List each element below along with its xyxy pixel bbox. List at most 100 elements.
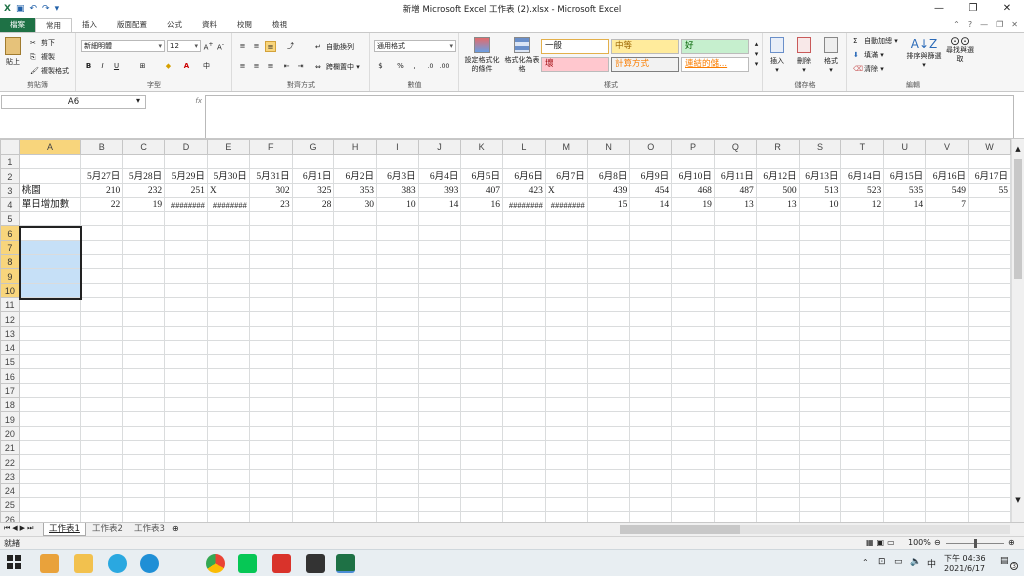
cell-g22[interactable] bbox=[291, 454, 335, 470]
cell-f6[interactable] bbox=[248, 225, 293, 241]
cell-k3[interactable]: 407 bbox=[460, 182, 504, 198]
cell-w11[interactable] bbox=[967, 296, 1011, 313]
cell-m8[interactable] bbox=[544, 254, 588, 270]
cell-s23[interactable] bbox=[798, 468, 842, 484]
cell-t21[interactable] bbox=[840, 439, 885, 456]
cell-b10[interactable] bbox=[80, 282, 124, 298]
column-header-n[interactable]: N bbox=[586, 139, 631, 155]
cell-t10[interactable] bbox=[840, 282, 885, 298]
cell-o23[interactable] bbox=[629, 468, 673, 484]
cell-h5[interactable] bbox=[333, 211, 377, 227]
cell-d26[interactable] bbox=[164, 511, 208, 522]
cell-t14[interactable] bbox=[840, 339, 885, 356]
cell-u12[interactable] bbox=[883, 311, 927, 327]
cell-i10[interactable] bbox=[375, 282, 419, 298]
cell-m25[interactable] bbox=[544, 497, 588, 513]
cell-n20[interactable] bbox=[586, 425, 631, 441]
cell-o15[interactable] bbox=[629, 354, 673, 370]
help-icon[interactable]: ? bbox=[968, 20, 972, 29]
format-as-table-button[interactable]: 格式化為表格 bbox=[504, 37, 540, 74]
cell-r2[interactable]: 6月12日 bbox=[755, 168, 800, 184]
cell-h14[interactable] bbox=[333, 339, 377, 356]
insert-cells-button[interactable]: 插入 ▾ bbox=[770, 37, 784, 74]
cell-g10[interactable] bbox=[291, 282, 335, 298]
cell-k19[interactable] bbox=[460, 411, 504, 427]
cell-n16[interactable] bbox=[586, 368, 631, 384]
cell-m3[interactable]: X bbox=[544, 182, 588, 198]
cell-u19[interactable] bbox=[883, 411, 927, 427]
cell-q24[interactable] bbox=[713, 482, 757, 499]
cell-b21[interactable] bbox=[80, 439, 124, 456]
cell-v15[interactable] bbox=[925, 354, 969, 370]
fill-color-icon[interactable]: ◆ bbox=[163, 61, 174, 72]
cell-l21[interactable] bbox=[502, 439, 546, 456]
cell-h2[interactable]: 6月2日 bbox=[333, 168, 377, 184]
cell-e26[interactable] bbox=[206, 511, 250, 522]
cell-b8[interactable] bbox=[80, 254, 124, 270]
cell-p26[interactable] bbox=[671, 511, 715, 522]
cell-m20[interactable] bbox=[544, 425, 588, 441]
fill-button[interactable]: ⬇ 填滿 ▾ bbox=[853, 50, 884, 60]
zoom-out-icon[interactable]: ⊖ bbox=[934, 538, 941, 547]
cell-a11[interactable] bbox=[18, 296, 82, 313]
cell-j14[interactable] bbox=[417, 339, 462, 356]
tab-formulas[interactable]: 公式 bbox=[157, 18, 192, 32]
cell-i1[interactable] bbox=[375, 153, 419, 170]
restore-button[interactable]: ❐ bbox=[956, 0, 990, 17]
cell-u5[interactable] bbox=[883, 211, 927, 227]
cell-r5[interactable] bbox=[755, 211, 800, 227]
style-normal[interactable]: 一般 bbox=[541, 39, 609, 54]
cell-w19[interactable] bbox=[967, 411, 1011, 427]
cell-o16[interactable] bbox=[629, 368, 673, 384]
cell-o14[interactable] bbox=[629, 339, 673, 356]
cell-w14[interactable] bbox=[967, 339, 1011, 356]
paste-button[interactable]: 貼上 bbox=[5, 37, 21, 67]
sheet-tab-2[interactable]: 工作表2 bbox=[88, 523, 127, 536]
cell-c9[interactable] bbox=[122, 268, 166, 284]
row-header[interactable]: 6 bbox=[0, 225, 20, 241]
cell-i14[interactable] bbox=[375, 339, 419, 356]
style-neutral[interactable]: 中等 bbox=[611, 39, 679, 54]
cell-l23[interactable] bbox=[502, 468, 546, 484]
cell-i3[interactable]: 383 bbox=[375, 182, 419, 198]
cell-w3[interactable]: 55 bbox=[967, 182, 1011, 198]
cell-k21[interactable] bbox=[460, 439, 504, 456]
cell-r10[interactable] bbox=[755, 282, 800, 298]
cell-l10[interactable] bbox=[502, 282, 546, 298]
cell-l13[interactable] bbox=[502, 325, 546, 341]
cell-n9[interactable] bbox=[586, 268, 631, 284]
cell-m12[interactable] bbox=[544, 311, 588, 327]
cell-o2[interactable]: 6月9日 bbox=[629, 168, 673, 184]
borders-icon[interactable]: ⊞ bbox=[137, 61, 148, 72]
cell-o13[interactable] bbox=[629, 325, 673, 341]
cell-o24[interactable] bbox=[629, 482, 673, 499]
cell-k20[interactable] bbox=[460, 425, 504, 441]
cell-s5[interactable] bbox=[798, 211, 842, 227]
cell-j22[interactable] bbox=[417, 454, 462, 470]
cell-n19[interactable] bbox=[586, 411, 631, 427]
cell-j26[interactable] bbox=[417, 511, 462, 522]
cell-e16[interactable] bbox=[206, 368, 250, 384]
cell-r25[interactable] bbox=[755, 497, 800, 513]
cell-c23[interactable] bbox=[122, 468, 166, 484]
row-header[interactable]: 17 bbox=[0, 382, 20, 399]
cell-q7[interactable] bbox=[713, 239, 757, 256]
cell-t15[interactable] bbox=[840, 354, 885, 370]
cell-v17[interactable] bbox=[925, 382, 969, 399]
format-painter-button[interactable]: 🖌 複製格式 bbox=[30, 66, 69, 76]
cell-b5[interactable] bbox=[80, 211, 124, 227]
cell-w10[interactable] bbox=[967, 282, 1011, 298]
cell-n5[interactable] bbox=[586, 211, 631, 227]
cell-p18[interactable] bbox=[671, 397, 715, 413]
cell-c14[interactable] bbox=[122, 339, 166, 356]
cell-s16[interactable] bbox=[798, 368, 842, 384]
cell-v7[interactable] bbox=[925, 239, 969, 256]
cell-u24[interactable] bbox=[883, 482, 927, 499]
cell-v22[interactable] bbox=[925, 454, 969, 470]
cell-o7[interactable] bbox=[629, 239, 673, 256]
cell-b19[interactable] bbox=[80, 411, 124, 427]
cell-r18[interactable] bbox=[755, 397, 800, 413]
cell-t16[interactable] bbox=[840, 368, 885, 384]
cell-f12[interactable] bbox=[248, 311, 293, 327]
cell-j19[interactable] bbox=[417, 411, 462, 427]
